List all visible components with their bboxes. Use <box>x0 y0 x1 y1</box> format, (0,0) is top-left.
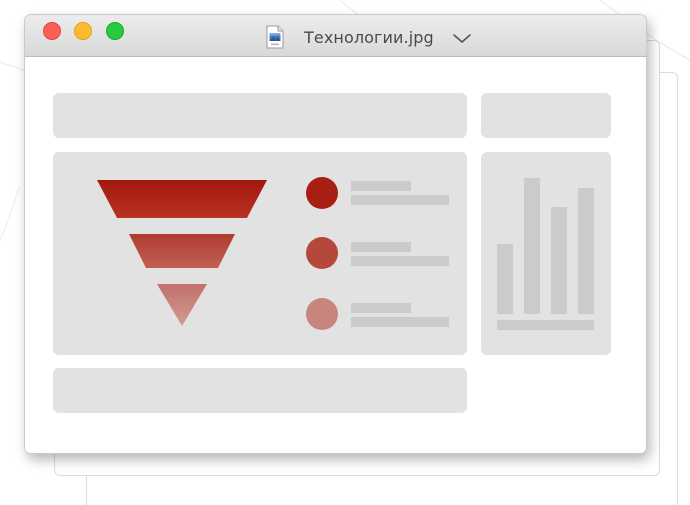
bar-chart-placeholder-panel <box>481 152 611 355</box>
legend-label-long-2 <box>351 256 449 266</box>
legend-dot-3 <box>306 298 338 330</box>
chevron-down-icon[interactable] <box>452 33 472 45</box>
placeholder-header-side-block <box>481 93 611 138</box>
placeholder-bar-3 <box>551 207 567 314</box>
image-file-icon <box>266 25 284 49</box>
window-title: Технологии.jpg <box>304 27 434 47</box>
window-title-group[interactable]: Технологии.jpg <box>266 22 472 52</box>
placeholder-axis <box>497 320 594 330</box>
window-titlebar[interactable]: Технологии.jpg <box>25 15 646 57</box>
funnel-level-1 <box>97 180 267 218</box>
preview-window: Технологии.jpg <box>24 14 647 454</box>
maximize-window-button[interactable] <box>106 22 124 40</box>
placeholder-header-block <box>53 93 467 138</box>
placeholder-bar-4 <box>578 188 594 314</box>
legend-dot-2 <box>306 237 338 269</box>
close-window-button[interactable] <box>43 22 61 40</box>
image-preview-content <box>25 57 646 453</box>
legend-label-short-2 <box>351 242 411 252</box>
funnel-level-2 <box>129 234 235 268</box>
placeholder-bar-2 <box>524 178 540 314</box>
desktop-background: Технологии.jpg <box>0 0 690 505</box>
legend-label-long-1 <box>351 195 449 205</box>
legend-label-long-3 <box>351 317 449 327</box>
placeholder-bar-1 <box>497 244 513 314</box>
placeholder-footer-block <box>53 368 467 413</box>
legend-label-short-1 <box>351 181 411 191</box>
bar-chart-placeholder <box>497 178 594 330</box>
legend-label-short-3 <box>351 303 411 313</box>
funnel-level-3 <box>157 284 207 326</box>
funnel-infographic <box>97 177 449 330</box>
funnel-infographic-panel <box>53 152 467 355</box>
minimize-window-button[interactable] <box>74 22 92 40</box>
legend-dot-1 <box>306 177 338 209</box>
